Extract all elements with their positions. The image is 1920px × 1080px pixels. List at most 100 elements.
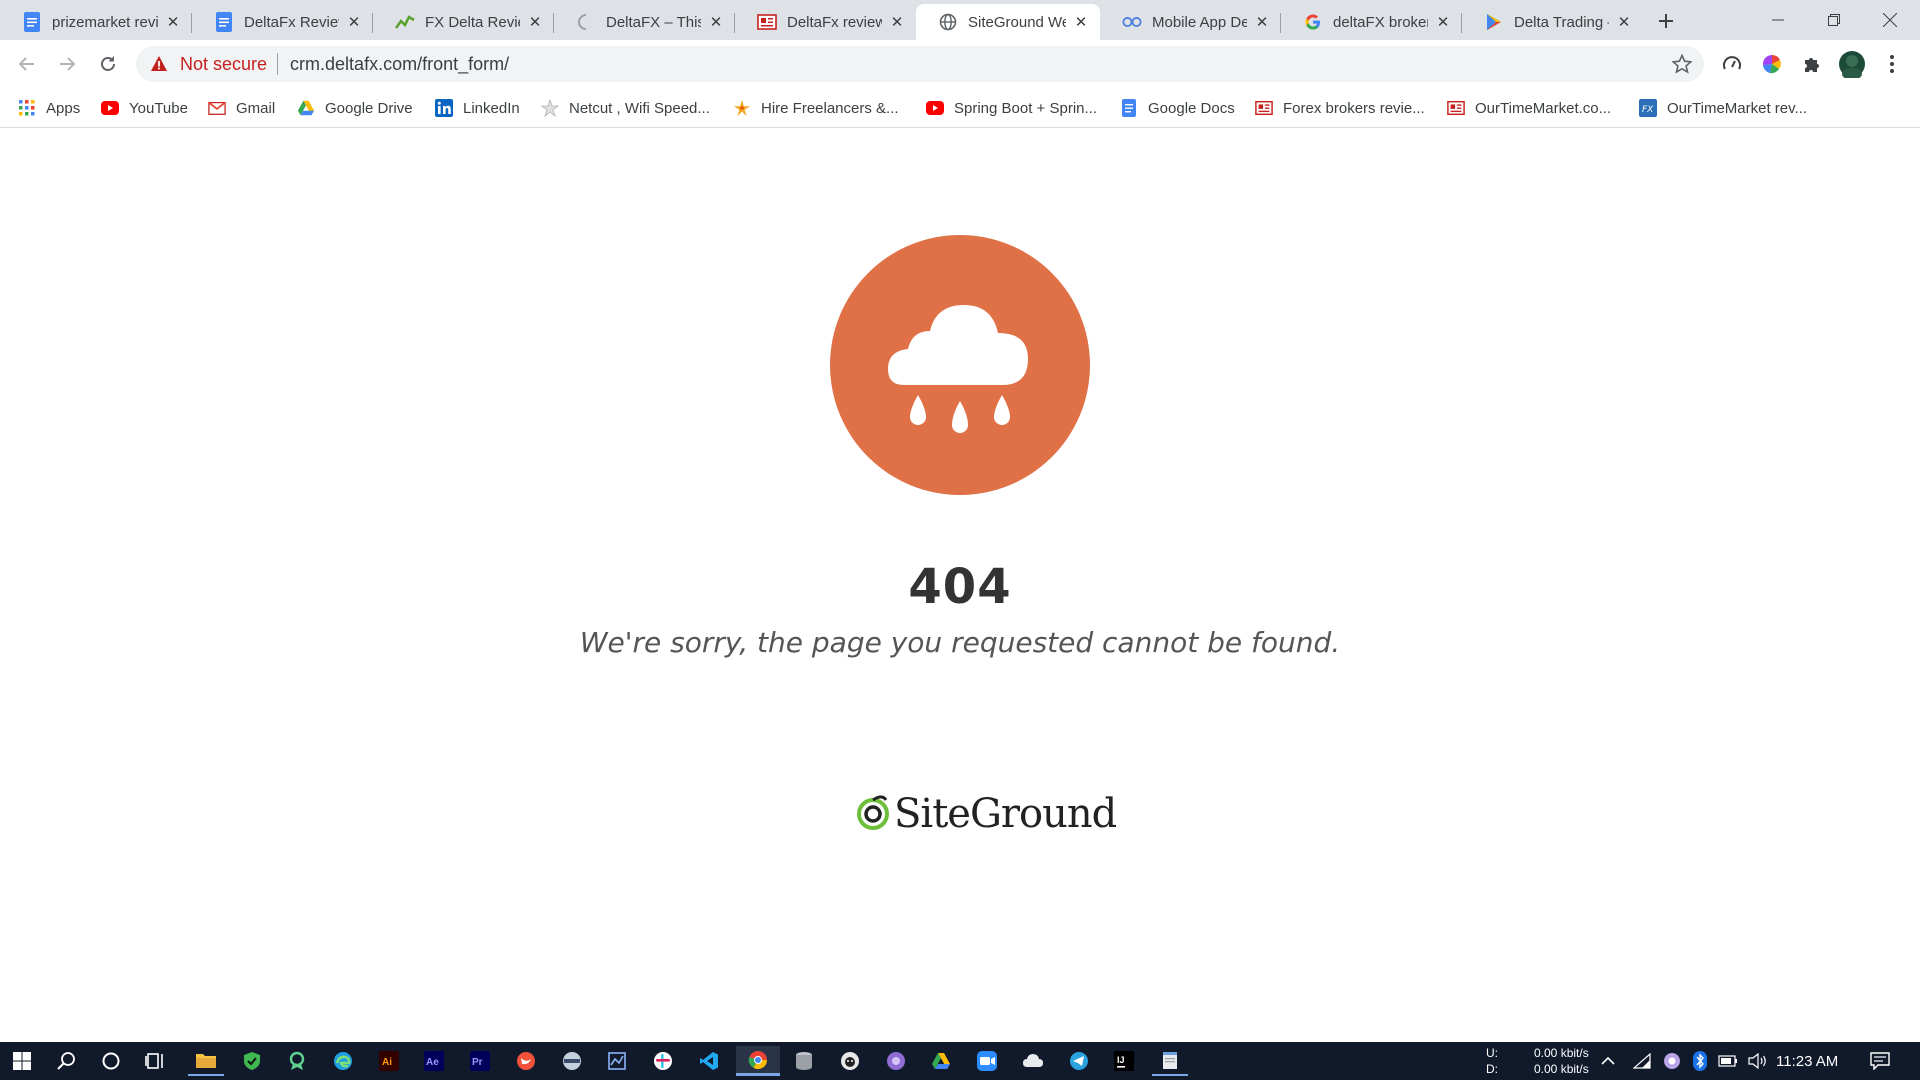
edge-browser-icon[interactable]: [325, 1046, 361, 1076]
upload-label: U:: [1486, 1046, 1498, 1060]
restore-button[interactable]: [1806, 0, 1862, 40]
google-drive-taskbar-icon[interactable]: [923, 1046, 959, 1076]
close-icon[interactable]: ✕: [888, 13, 906, 31]
chrome-taskbar-icon[interactable]: [736, 1046, 780, 1076]
address-bar[interactable]: Not secure crm.deltafx.com/front_form/: [136, 46, 1704, 82]
tab-title: SiteGround We: [968, 13, 1066, 31]
windows-taskbar: Ai Ae Pr IJ U: D: 0.00 kbit/s 0.00 kbit/…: [0, 1042, 1920, 1080]
green-app-icon[interactable]: [279, 1046, 315, 1076]
puzzle-extensions-icon[interactable]: [1800, 52, 1824, 76]
bluetooth-icon[interactable]: [1686, 1046, 1714, 1076]
bookmark-ourtimemarket-co[interactable]: OurTimeMarket.co...: [1447, 96, 1611, 120]
chevron-up-icon[interactable]: [1594, 1046, 1622, 1076]
bookmark-spring-boot[interactable]: Spring Boot + Sprin...: [926, 96, 1097, 120]
color-wheel-extension-icon[interactable]: [1760, 52, 1784, 76]
tab-title: Mobile App De: [1152, 13, 1247, 31]
close-icon[interactable]: ✕: [1072, 13, 1090, 31]
clock[interactable]: 11:23 AM: [1776, 1053, 1838, 1070]
swift-icon[interactable]: [508, 1046, 544, 1076]
purple-app-icon[interactable]: [878, 1046, 914, 1076]
download-rate: 0.00 kbit/s: [1534, 1062, 1589, 1076]
cortana-icon[interactable]: [93, 1046, 129, 1076]
close-icon[interactable]: ✕: [1615, 13, 1633, 31]
close-icon[interactable]: ✕: [1253, 13, 1271, 31]
tab-mobile-app[interactable]: Mobile App De ✕: [1100, 4, 1281, 40]
slack-icon[interactable]: [645, 1046, 681, 1076]
close-window-button[interactable]: [1862, 0, 1918, 40]
tab-fx-delta-review[interactable]: FX Delta Review ✕: [373, 4, 554, 40]
task-view-icon[interactable]: [138, 1046, 174, 1076]
siteground-logo[interactable]: SiteGround: [856, 789, 1117, 839]
bookmark-label: Gmail: [236, 99, 276, 117]
bookmark-youtube[interactable]: YouTube: [101, 96, 188, 120]
github-desktop-icon[interactable]: [832, 1046, 868, 1076]
tab-deltafx-broker[interactable]: deltaFX broker ✕: [1281, 4, 1462, 40]
vscode-icon[interactable]: [691, 1046, 727, 1076]
tab-title: FX Delta Review: [425, 13, 520, 31]
speedometer-extension-icon[interactable]: [1720, 52, 1744, 76]
bookmark-google-drive[interactable]: Google Drive: [297, 96, 413, 120]
siteground-swirl-icon: [856, 792, 890, 837]
file-explorer-icon[interactable]: [188, 1046, 224, 1076]
close-icon[interactable]: ✕: [1434, 13, 1452, 31]
forward-button[interactable]: [52, 49, 82, 79]
database-icon[interactable]: [786, 1046, 822, 1076]
bookmark-ourtimemarket-review[interactable]: FX OurTimeMarket rev...: [1639, 96, 1807, 120]
tray-app-icon[interactable]: [1658, 1046, 1686, 1076]
illustrator-icon[interactable]: Ai: [371, 1046, 407, 1076]
profile-avatar[interactable]: [1838, 50, 1866, 78]
tab-siteground[interactable]: SiteGround We ✕: [916, 4, 1100, 40]
omnibox-divider: [277, 53, 279, 75]
zoom-icon[interactable]: [969, 1046, 1005, 1076]
close-icon[interactable]: ✕: [164, 13, 182, 31]
premiere-icon[interactable]: Pr: [462, 1046, 498, 1076]
notepad-icon[interactable]: [1152, 1046, 1188, 1076]
bookmark-label: Spring Boot + Sprin...: [954, 99, 1097, 117]
security-shield-icon[interactable]: [234, 1046, 270, 1076]
tab-delta-trading[interactable]: Delta Trading – ✕: [1462, 4, 1643, 40]
bookmark-label: Forex brokers revie...: [1283, 99, 1425, 117]
bookmark-linkedin[interactable]: LinkedIn: [435, 96, 520, 120]
warning-icon[interactable]: [150, 55, 168, 73]
bookmark-freelancer[interactable]: Hire Freelancers &...: [733, 96, 899, 120]
search-icon[interactable]: [49, 1046, 85, 1076]
bookmark-netcut[interactable]: Netcut , Wifi Speed...: [541, 96, 710, 120]
security-label[interactable]: Not secure: [180, 54, 267, 75]
after-effects-icon[interactable]: Ae: [416, 1046, 452, 1076]
apps-grid-icon: [18, 99, 36, 117]
close-icon[interactable]: ✕: [707, 13, 725, 31]
intellij-icon[interactable]: IJ: [1106, 1046, 1142, 1076]
drive-icon: [297, 99, 315, 117]
bookmark-star-icon[interactable]: [1671, 53, 1693, 74]
close-icon[interactable]: ✕: [526, 13, 544, 31]
wifi-icon[interactable]: [1628, 1046, 1656, 1076]
bookmark-google-docs[interactable]: Google Docs: [1120, 96, 1235, 120]
bookmark-label: LinkedIn: [463, 99, 520, 117]
reload-button[interactable]: [93, 49, 123, 79]
minimize-button[interactable]: [1750, 0, 1806, 40]
db-app-icon[interactable]: [554, 1046, 590, 1076]
back-button[interactable]: [12, 49, 42, 79]
kebab-menu-icon[interactable]: [1880, 52, 1904, 76]
windows-start-icon[interactable]: [4, 1046, 40, 1076]
bookmark-forex-brokers[interactable]: Forex brokers revie...: [1255, 96, 1425, 120]
tab-title: prizemarket review: [52, 13, 158, 31]
battery-icon[interactable]: [1714, 1046, 1742, 1076]
cloud-app-icon[interactable]: [1015, 1046, 1051, 1076]
tab-deltafx-review-docs[interactable]: DeltaFx Review ✕: [192, 4, 373, 40]
tab-prizemarket[interactable]: prizemarket review ✕: [0, 4, 192, 40]
network-app-icon[interactable]: [599, 1046, 635, 1076]
close-icon[interactable]: ✕: [345, 13, 363, 31]
bookmark-label: Netcut , Wifi Speed...: [569, 99, 710, 117]
tab-deltafx-review-news[interactable]: DeltaFx review ✕: [735, 4, 916, 40]
tab-deltafx-this[interactable]: DeltaFX – This ✕: [554, 4, 735, 40]
notifications-icon[interactable]: [1862, 1046, 1898, 1076]
new-tab-button[interactable]: [1651, 6, 1681, 36]
volume-icon[interactable]: [1744, 1046, 1772, 1076]
bookmark-apps[interactable]: Apps: [18, 96, 80, 120]
bookmark-gmail[interactable]: Gmail: [208, 96, 275, 120]
telegram-icon[interactable]: [1061, 1046, 1097, 1076]
tab-title: DeltaFX – This: [606, 13, 701, 31]
url-text[interactable]: crm.deltafx.com/front_form/: [290, 54, 509, 75]
svg-text:FX: FX: [1642, 105, 1654, 115]
